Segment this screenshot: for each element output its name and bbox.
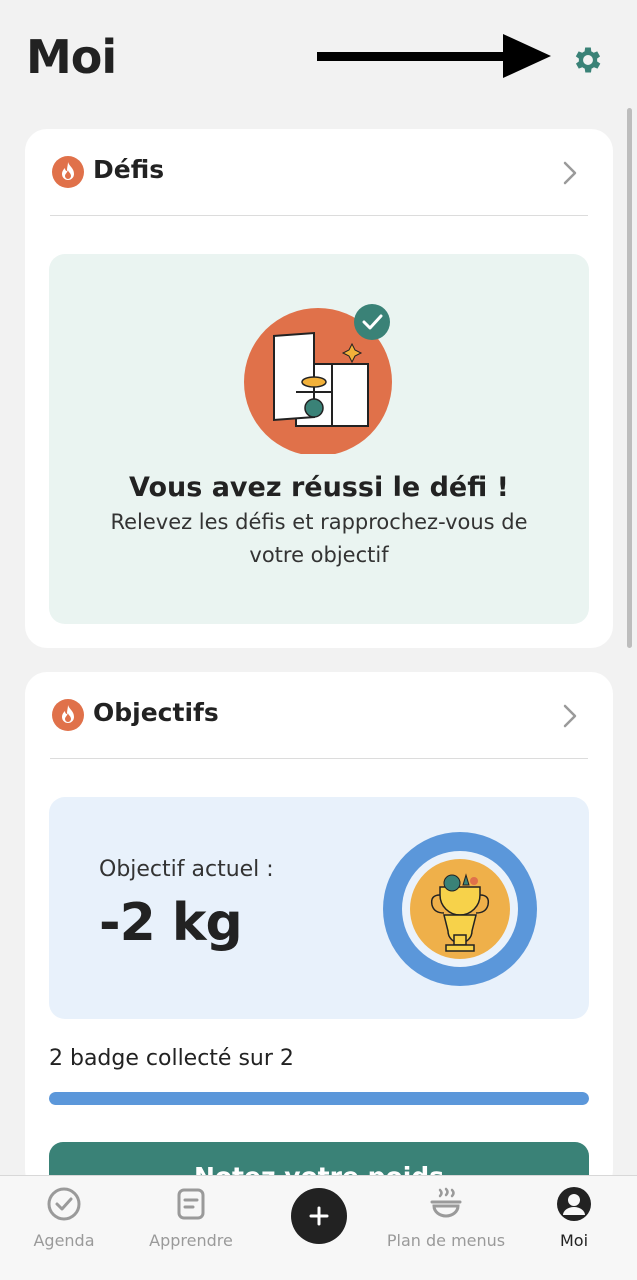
challenge-success-panel[interactable]: Vous avez réussi le défi ! Relevez les d… [49,254,589,624]
tab-me[interactable]: Moi [540,1176,608,1280]
current-goal-panel[interactable]: Objectif actuel : -2 kg [49,797,589,1019]
tab-label: Plan de menus [386,1231,506,1250]
trophy-badge-icon [383,832,537,986]
add-button[interactable] [291,1188,347,1244]
challenge-success-title: Vous avez réussi le défi ! [129,472,509,503]
chevron-right-icon [563,704,577,728]
tab-meal-plan[interactable]: Plan de menus [385,1176,507,1280]
challenges-header[interactable]: Défis [25,129,613,217]
bowl-icon [430,1187,462,1218]
divider [50,758,588,759]
goals-header[interactable]: Objectifs [25,672,613,760]
badge-progress-bar [49,1092,589,1105]
goals-card: Objectifs Objectif actuel : -2 kg 2 badg… [25,672,613,1212]
settings-button[interactable] [566,38,610,82]
flame-icon [52,699,84,731]
challenges-title: Défis [93,155,165,184]
plus-icon [309,1206,329,1226]
tab-label: Apprendre [149,1231,233,1250]
challenges-card: Défis Vous avez réussi le défi ! Relevez… [25,129,613,648]
check-circle-icon [47,1187,81,1221]
goals-title: Objectifs [93,698,219,727]
fridge-illustration [244,304,392,454]
divider [50,215,588,216]
header: Moi [0,0,637,110]
current-goal-value: -2 kg [99,893,243,953]
flame-icon [52,156,84,188]
tab-agenda[interactable]: Agenda [20,1176,108,1280]
note-icon [177,1188,205,1220]
tab-label: Agenda [33,1231,95,1250]
tab-bar: Agenda Apprendre Plan de menus Moi [0,1175,637,1280]
badge-progress-fill [49,1092,589,1105]
challenge-success-subtitle: Relevez les défis et rapprochez-vous de … [110,510,528,567]
scrollbar[interactable] [627,108,632,648]
badge-progress-text: 2 badge collecté sur 2 [49,1046,294,1071]
current-goal-label: Objectif actuel : [99,857,274,882]
arrow-annotation [317,34,551,78]
tab-learn[interactable]: Apprendre [140,1176,242,1280]
gear-icon [575,47,601,73]
chevron-right-icon [563,161,577,185]
page-title: Moi [26,30,117,84]
profile-icon [557,1187,591,1221]
tab-label: Moi [559,1231,589,1250]
